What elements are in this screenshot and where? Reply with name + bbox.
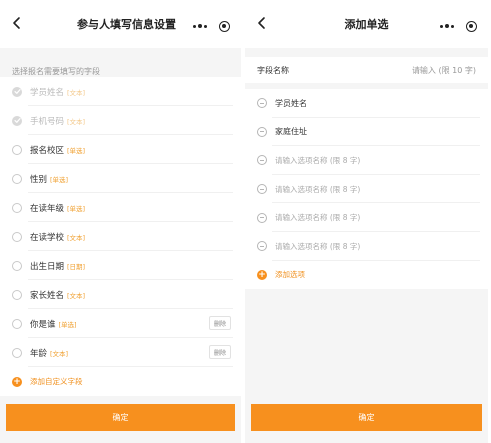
field-type-tag: [文本] xyxy=(50,349,69,358)
plus-icon: + xyxy=(12,376,22,387)
field-type-tag: [文本] xyxy=(67,233,86,242)
checkbox-circle[interactable] xyxy=(12,231,22,242)
checkbox-circle[interactable] xyxy=(12,318,22,329)
back-button[interactable] xyxy=(253,14,271,32)
field-label: 在读年级 xyxy=(30,203,65,214)
field-row[interactable]: 出生日期 [日期] xyxy=(0,251,241,280)
checked-circle-icon xyxy=(12,86,22,97)
field-label: 手机号码 xyxy=(30,116,65,127)
field-type-tag: [单选] xyxy=(67,204,86,213)
option-input[interactable] xyxy=(275,241,425,251)
field-list: 学员姓名 [文本] 手机号码 [文本] 报名校区 [单选] 性别 [单选] 在读年级 [单选] 在读… xyxy=(0,77,241,396)
option-row xyxy=(245,203,488,232)
chevron-left-icon xyxy=(258,17,265,29)
field-row[interactable]: 在读年级 [单选] xyxy=(0,193,241,222)
more-dots-icon xyxy=(193,24,207,28)
option-row: 家庭住址 xyxy=(245,118,488,147)
field-row[interactable]: 你是谁 [单选] 删除 xyxy=(0,309,241,338)
target-icon xyxy=(218,20,230,32)
field-label: 性别 xyxy=(30,174,48,185)
option-input[interactable] xyxy=(275,184,425,194)
remove-option-icon[interactable] xyxy=(257,184,267,195)
field-row[interactable]: 在读学校 [文本] xyxy=(0,222,241,251)
field-type-tag: [单选] xyxy=(50,175,69,184)
option-list: 学员姓名家庭住址 + 添加选项 xyxy=(245,89,488,289)
field-name-row: 字段名称 xyxy=(245,57,488,83)
right-screen: 添加单选 字段名称 学员姓名家庭住址 + 添加选项 确定 xyxy=(245,0,488,443)
option-text[interactable]: 家庭住址 xyxy=(275,126,307,137)
field-type-tag: [文本] xyxy=(67,117,86,126)
field-row[interactable]: 年龄 [文本] 删除 xyxy=(0,338,241,367)
option-text[interactable]: 学员姓名 xyxy=(275,98,307,109)
field-row[interactable]: 手机号码 [文本] xyxy=(0,106,241,135)
field-label: 你是谁 xyxy=(30,319,56,330)
more-button[interactable] xyxy=(436,17,458,35)
field-type-tag: [单选] xyxy=(58,320,77,329)
checkbox-circle[interactable] xyxy=(12,173,22,184)
checkbox-circle[interactable] xyxy=(12,289,22,300)
remove-option-icon[interactable] xyxy=(257,98,267,109)
remove-option-icon[interactable] xyxy=(257,126,267,137)
add-option-button[interactable]: + 添加选项 xyxy=(245,261,488,289)
checkbox-circle[interactable] xyxy=(12,347,22,358)
option-row xyxy=(245,232,488,261)
option-input[interactable] xyxy=(275,155,425,165)
target-icon xyxy=(465,20,477,32)
field-name-label: 字段名称 xyxy=(257,65,289,75)
field-label: 在读学校 xyxy=(30,232,65,243)
section-hint: 选择报名需要填写的字段 xyxy=(12,67,100,76)
field-type-tag: [文本] xyxy=(67,88,86,97)
option-input[interactable] xyxy=(275,213,425,223)
field-label: 出生日期 xyxy=(30,261,65,272)
add-option-label: 添加选项 xyxy=(275,270,305,280)
field-type-tag: [日期] xyxy=(67,262,86,271)
option-row xyxy=(245,146,488,175)
field-row[interactable]: 性别 [单选] xyxy=(0,164,241,193)
option-row: 学员姓名 xyxy=(245,89,488,118)
field-label: 年龄 xyxy=(30,348,48,359)
more-button[interactable] xyxy=(189,17,211,35)
field-label: 报名校区 xyxy=(30,145,65,156)
remove-option-icon[interactable] xyxy=(257,155,267,166)
chevron-left-icon xyxy=(13,17,20,29)
field-type-tag: [文本] xyxy=(67,291,86,300)
checkbox-circle[interactable] xyxy=(12,144,22,155)
checkbox-circle[interactable] xyxy=(12,202,22,213)
field-name-input[interactable] xyxy=(356,65,476,75)
navbar: 添加单选 xyxy=(245,0,488,48)
navbar: 参与人填写信息设置 xyxy=(0,0,241,48)
left-screen: 参与人填写信息设置 选择报名需要填写的字段 学员姓名 [文本] 手机号码 [文本] 报名… xyxy=(0,0,241,443)
field-label: 学员姓名 xyxy=(30,87,65,98)
add-custom-field-label: 添加自定义字段 xyxy=(30,377,83,386)
field-row[interactable]: 家长姓名 [文本] xyxy=(0,280,241,309)
delete-button[interactable]: 删除 xyxy=(209,345,231,359)
confirm-button[interactable]: 确定 xyxy=(6,404,235,431)
remove-option-icon[interactable] xyxy=(257,241,267,252)
add-custom-field-button[interactable]: + 添加自定义字段 xyxy=(0,367,241,396)
close-miniprogram-button[interactable] xyxy=(460,17,482,35)
field-label: 家长姓名 xyxy=(30,290,65,301)
remove-option-icon[interactable] xyxy=(257,212,267,223)
checkbox-circle[interactable] xyxy=(12,260,22,271)
capsule-menu xyxy=(436,17,482,35)
checked-circle-icon xyxy=(12,115,22,126)
more-dots-icon xyxy=(440,24,454,28)
plus-icon: + xyxy=(257,269,267,280)
option-row xyxy=(245,175,488,204)
field-type-tag: [单选] xyxy=(67,146,86,155)
confirm-button[interactable]: 确定 xyxy=(251,404,482,431)
field-row[interactable]: 报名校区 [单选] xyxy=(0,135,241,164)
close-miniprogram-button[interactable] xyxy=(213,17,235,35)
field-row[interactable]: 学员姓名 [文本] xyxy=(0,77,241,106)
delete-button[interactable]: 删除 xyxy=(209,316,231,330)
back-button[interactable] xyxy=(8,14,26,32)
capsule-menu xyxy=(189,17,235,35)
